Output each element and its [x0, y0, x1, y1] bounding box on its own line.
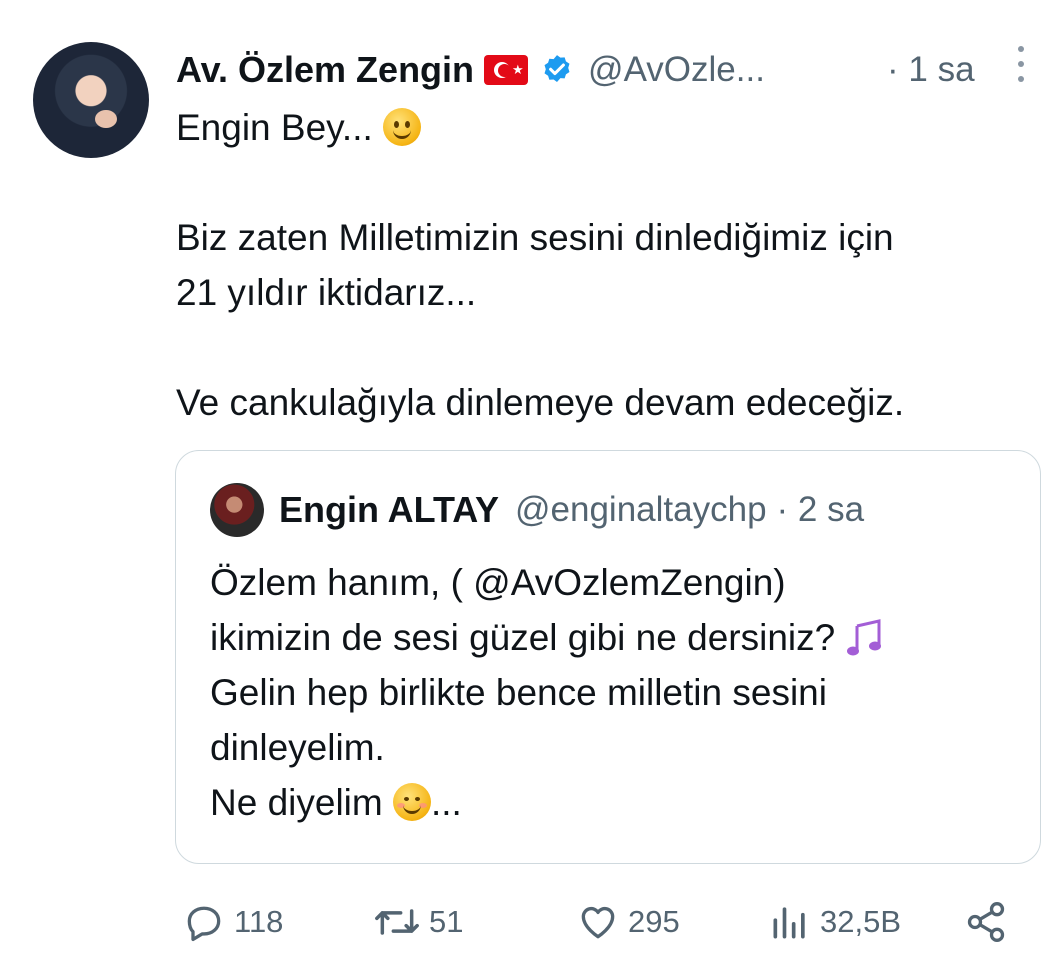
reply-count: 118: [234, 904, 284, 939]
tweet-time[interactable]: · 1 sa: [887, 46, 975, 94]
quoted-author-handle: @enginaltaychp: [515, 490, 767, 529]
tweet-line: Engin Bey...: [176, 100, 1026, 155]
share-button[interactable]: [964, 892, 1016, 952]
author-name[interactable]: Av. Özlem Zengin: [176, 49, 474, 91]
tweet-header: Av. Özlem Zengin ★ @AvOzle...: [176, 46, 765, 94]
turkey-flag-icon: ★: [484, 55, 529, 85]
quoted-tweet-header: Engin ALTAY @enginaltaychp · 2 sa: [279, 483, 864, 537]
like-button[interactable]: 295: [576, 892, 680, 952]
tweet-actions-bar: 118 51 295 32,5B: [0, 892, 1044, 952]
author-avatar[interactable]: [33, 42, 149, 158]
reply-button[interactable]: 118: [182, 892, 283, 952]
quoted-tweet-time: · 2 sa: [776, 490, 865, 529]
author-handle[interactable]: @AvOzle...: [588, 50, 765, 90]
verified-badge-icon: [544, 55, 570, 83]
tweet-text: Engin Bey... Biz zaten Milletimizin sesi…: [176, 100, 1026, 430]
more-options-icon[interactable]: [1018, 46, 1028, 82]
share-icon: [967, 902, 1005, 942]
quoted-line: dinleyelim.: [210, 727, 385, 768]
retweet-count: 51: [429, 904, 464, 939]
tweet-line: [176, 320, 1026, 375]
quoted-author-name: Engin ALTAY: [279, 489, 499, 530]
tweet-line: 21 yıldır iktidarız...: [176, 272, 477, 313]
quoted-tweet[interactable]: Engin ALTAY @enginaltaychp · 2 sa Özlem …: [175, 450, 1041, 864]
smiling-face-emoji-icon: [383, 108, 422, 146]
retweet-button[interactable]: 51: [373, 892, 463, 952]
quoted-line: Gelin hep birlikte bence milletin sesini: [210, 672, 827, 713]
reply-icon: [187, 906, 221, 942]
smiling-blushing-face-emoji-icon: [393, 783, 431, 821]
quoted-author-avatar: [210, 483, 264, 537]
quoted-tweet-text: Özlem hanım, ( @AvOzlemZengin) ikimizin …: [210, 555, 1020, 830]
quoted-line: Ne diyelim ...: [210, 782, 462, 823]
views-count: 32,5B: [820, 904, 902, 939]
quoted-line: ikimizin de sesi güzel gibi ne dersiniz?: [210, 610, 1020, 665]
quoted-line: Özlem hanım, ( @AvOzlemZengin): [210, 562, 786, 603]
tweet-line: Biz zaten Milletimizin sesini dinlediğim…: [176, 217, 894, 258]
tweet-line: [176, 155, 1026, 210]
views-button[interactable]: 32,5B: [768, 892, 901, 952]
musical-notes-icon: [847, 619, 882, 656]
tweet-line: Ve cankulağıyla dinlemeye devam edeceğiz…: [176, 382, 905, 423]
like-count: 295: [628, 904, 680, 939]
views-chart-icon: [773, 907, 805, 939]
heart-icon: [581, 907, 615, 939]
retweet-icon: [375, 909, 419, 935]
